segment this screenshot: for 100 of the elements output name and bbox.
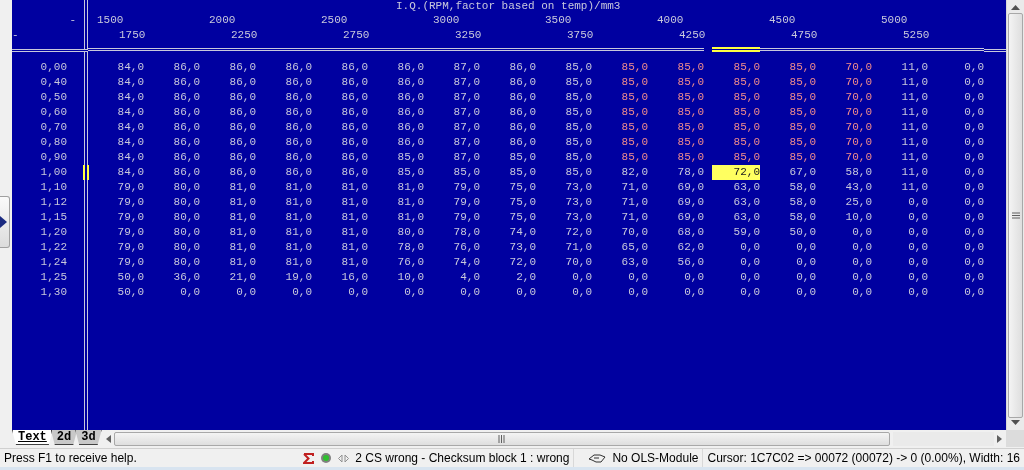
map-value[interactable]: 81,0 <box>397 210 424 225</box>
view-tab[interactable]: 2d <box>50 430 78 445</box>
view-tab[interactable]: 3d <box>75 430 102 445</box>
map-value[interactable]: 86,0 <box>285 120 312 135</box>
row-header[interactable]: 1,12 <box>40 196 67 208</box>
map-value[interactable]: 87,0 <box>453 75 480 90</box>
map-value[interactable]: 78,0 <box>453 225 480 240</box>
map-value[interactable]: 85,0 <box>789 120 816 135</box>
map-value[interactable]: 85,0 <box>565 120 592 135</box>
map-value[interactable]: 86,0 <box>173 90 200 105</box>
map-value[interactable]: 85,0 <box>677 60 704 75</box>
map-value[interactable]: 86,0 <box>285 90 312 105</box>
row-header[interactable]: 1,00 <box>40 166 67 178</box>
map-value[interactable]: 81,0 <box>229 240 256 255</box>
row-header[interactable]: 0,50 <box>40 91 67 103</box>
column-header[interactable]: 1500 <box>97 14 124 26</box>
map-value[interactable]: 36,0 <box>173 270 200 285</box>
map-value[interactable]: 72,0 <box>509 255 536 270</box>
map-value[interactable]: 0,0 <box>180 285 200 300</box>
map-value[interactable]: 71,0 <box>621 180 648 195</box>
map-value[interactable]: 11,0 <box>901 75 928 90</box>
map-value[interactable]: 85,0 <box>789 105 816 120</box>
map-value[interactable]: 11,0 <box>901 165 928 180</box>
map-value[interactable]: 79,0 <box>117 225 144 240</box>
map-value[interactable]: 86,0 <box>509 135 536 150</box>
map-value[interactable]: 0,0 <box>964 165 984 180</box>
map-value[interactable]: 85,0 <box>733 90 760 105</box>
map-value[interactable]: 81,0 <box>397 180 424 195</box>
map-value[interactable]: 65,0 <box>621 240 648 255</box>
map-value[interactable]: 63,0 <box>733 195 760 210</box>
map-value[interactable]: 81,0 <box>229 195 256 210</box>
map-value[interactable]: 50,0 <box>117 270 144 285</box>
map-value[interactable]: 0,0 <box>404 285 424 300</box>
map-value[interactable]: 86,0 <box>229 60 256 75</box>
map-value[interactable]: 70,0 <box>845 90 872 105</box>
map-value[interactable]: 0,0 <box>964 210 984 225</box>
map-value[interactable]: 86,0 <box>341 90 368 105</box>
map-value[interactable]: 85,0 <box>677 120 704 135</box>
map-value[interactable]: 0,0 <box>628 285 648 300</box>
map-value[interactable]: 0,0 <box>684 270 704 285</box>
column-header[interactable]: 1750 <box>119 29 146 41</box>
map-value[interactable]: 0,0 <box>964 225 984 240</box>
map-value[interactable]: 69,0 <box>677 195 704 210</box>
map-value[interactable]: 0,0 <box>852 285 872 300</box>
map-value[interactable]: 84,0 <box>117 165 144 180</box>
map-value[interactable]: 79,0 <box>117 195 144 210</box>
map-value[interactable]: 85,0 <box>621 60 648 75</box>
map-value[interactable]: 84,0 <box>117 135 144 150</box>
column-header[interactable]: 3500 <box>545 14 572 26</box>
map-value[interactable]: 81,0 <box>285 225 312 240</box>
map-value[interactable]: 69,0 <box>677 180 704 195</box>
map-value[interactable]: 81,0 <box>341 255 368 270</box>
map-value[interactable]: 87,0 <box>453 120 480 135</box>
map-value[interactable]: 86,0 <box>285 135 312 150</box>
map-value[interactable]: 0,0 <box>908 240 928 255</box>
column-header[interactable]: 4000 <box>657 14 684 26</box>
row-header[interactable]: 1,22 <box>40 241 67 253</box>
map-value[interactable]: 86,0 <box>229 105 256 120</box>
map-value[interactable]: 0,0 <box>964 195 984 210</box>
map-value[interactable]: 70,0 <box>845 135 872 150</box>
map-value[interactable]: 86,0 <box>285 105 312 120</box>
column-header[interactable]: 2750 <box>343 29 370 41</box>
map-value[interactable]: 73,0 <box>565 195 592 210</box>
map-value[interactable]: 0,0 <box>516 285 536 300</box>
map-value[interactable]: 86,0 <box>229 75 256 90</box>
map-value[interactable]: 56,0 <box>677 255 704 270</box>
map-value[interactable]: 85,0 <box>733 105 760 120</box>
map-value[interactable]: 86,0 <box>397 90 424 105</box>
map-value[interactable]: 85,0 <box>733 150 760 165</box>
map-value[interactable]: 0,0 <box>796 240 816 255</box>
map-value[interactable]: 84,0 <box>117 120 144 135</box>
map-value[interactable]: 86,0 <box>509 60 536 75</box>
map-value[interactable]: 72,0 <box>712 165 760 180</box>
map-value[interactable]: 81,0 <box>285 240 312 255</box>
map-value[interactable]: 80,0 <box>173 240 200 255</box>
vertical-scrollbar[interactable] <box>1006 0 1024 430</box>
map-value[interactable]: 11,0 <box>901 150 928 165</box>
map-value[interactable]: 81,0 <box>229 180 256 195</box>
map-value[interactable]: 81,0 <box>341 225 368 240</box>
map-value[interactable]: 86,0 <box>229 165 256 180</box>
map-value[interactable]: 85,0 <box>789 90 816 105</box>
column-header[interactable]: 3250 <box>455 29 482 41</box>
map-value[interactable]: 86,0 <box>341 150 368 165</box>
map-value[interactable]: 75,0 <box>509 195 536 210</box>
side-panel-button[interactable] <box>0 196 10 248</box>
map-value[interactable]: 0,0 <box>964 240 984 255</box>
row-header[interactable]: 0,60 <box>40 106 67 118</box>
map-value[interactable]: 80,0 <box>397 225 424 240</box>
map-value[interactable]: 79,0 <box>117 255 144 270</box>
map-value[interactable]: 0,0 <box>908 270 928 285</box>
map-value[interactable]: 79,0 <box>453 195 480 210</box>
map-value[interactable]: 75,0 <box>509 180 536 195</box>
map-value[interactable]: 85,0 <box>509 165 536 180</box>
map-value[interactable]: 85,0 <box>677 75 704 90</box>
map-value[interactable]: 84,0 <box>117 60 144 75</box>
map-value[interactable]: 76,0 <box>453 240 480 255</box>
map-value[interactable]: 70,0 <box>621 225 648 240</box>
map-value[interactable]: 80,0 <box>173 210 200 225</box>
map-value[interactable]: 86,0 <box>173 75 200 90</box>
map-value[interactable]: 87,0 <box>453 60 480 75</box>
